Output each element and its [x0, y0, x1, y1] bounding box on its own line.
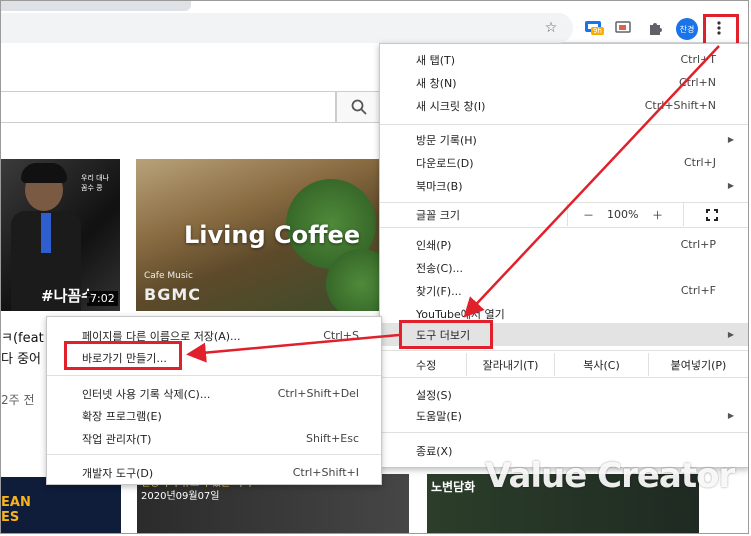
menu-item-developer-tools[interactable]: 개발자 도구(D) Ctrl+Shift+I [47, 461, 381, 484]
thumbnail-title: 노변담화 [431, 480, 476, 494]
thumbnail-date: 2020년09월07일 [141, 491, 220, 502]
menu-item-label: 도움말(E) [416, 409, 462, 423]
annotation-box-more-button [703, 14, 739, 46]
menu-item-label: 개발자 도구(D) [82, 466, 154, 480]
thumbnail-figure-hair [21, 163, 67, 183]
menu-item-clear-browsing-data[interactable]: 인터넷 사용 기록 삭제(C)... Ctrl+Shift+Del [47, 382, 381, 405]
fullscreen-icon[interactable] [706, 208, 718, 221]
thumbnail-caption: 우리 대나 꼼수 콩 [81, 174, 109, 192]
menu-item-shortcut: Ctrl+P [680, 238, 716, 251]
cast-icon[interactable] [613, 18, 633, 38]
thumbnail-text: EAN ES [1, 495, 31, 525]
menu-separator [380, 432, 748, 433]
menu-item-label: 종료(X) [416, 444, 453, 458]
menu-item-history[interactable]: 방문 기록(H) ▶ [380, 128, 748, 151]
zoom-divider [567, 203, 568, 226]
thumbnail-title: Living Coffee [184, 221, 361, 249]
menu-item-label: 작업 관리자(T) [82, 432, 152, 446]
zoom-divider [683, 203, 684, 226]
zoom-in-button[interactable]: ＋ [652, 207, 663, 223]
annotation-box-more-tools [399, 320, 493, 349]
video-thumbnail-1[interactable]: 우리 대나 꼼수 콩 #나꼼수 7:02 [1, 159, 120, 311]
avatar[interactable]: 찬경 [676, 18, 698, 40]
zoom-level: 100% [607, 208, 639, 221]
menu-item-label: 다운로드(D) [416, 156, 474, 170]
menu-item-shortcut: Shift+Esc [306, 432, 359, 445]
browser-toolbar: ☆ 9h 찬경 [1, 1, 748, 46]
menu-separator [47, 375, 381, 376]
star-icon[interactable]: ☆ [541, 18, 561, 38]
video-duration: 7:02 [87, 291, 118, 306]
menu-item-label: 수정 [416, 358, 437, 372]
tab-strip [1, 1, 191, 11]
menu-item-shortcut: Ctrl+N [678, 76, 716, 89]
paste-button[interactable]: 붙여넣기(P) [648, 353, 748, 376]
video-thumbnail-3[interactable]: EAN ES [1, 477, 121, 533]
menu-separator [380, 350, 748, 351]
menu-item-label: 찾기(F)... [416, 284, 462, 298]
address-bar[interactable] [1, 13, 573, 43]
youtube-search-input[interactable] [1, 91, 336, 123]
video-title[interactable]: ㅋ(feat [1, 327, 44, 346]
menu-item-new-tab[interactable]: 새 탭(T) Ctrl+T [380, 48, 748, 71]
menu-item-extensions[interactable]: 확장 프로그램(E) [47, 404, 381, 427]
menu-separator [47, 454, 381, 455]
extension-badge: 9h [591, 27, 604, 35]
menu-item-label: 새 탭(T) [416, 53, 456, 67]
watermark: Value Creator [485, 456, 735, 496]
video-meta: 2주 전 [1, 393, 35, 407]
menu-item-label: 확장 프로그램(E) [82, 409, 162, 423]
video-thumbnail-2[interactable]: Living Coffee Cafe Music BGMC [136, 159, 379, 311]
menu-item-settings[interactable]: 설정(S) [380, 383, 748, 406]
browser-window: ☆ 9h 찬경 우리 대나 꼼수 콩 #나꼼수 7:02 Living Coff… [0, 0, 749, 534]
menu-item-shortcut: Ctrl+Shift+Del [277, 387, 359, 400]
menu-item-find[interactable]: 찾기(F)... Ctrl+F [380, 279, 748, 302]
menu-item-label: 북마크(B) [416, 179, 463, 193]
menu-item-label: 새 창(N) [416, 76, 457, 90]
menu-item-shortcut: Ctrl+T [680, 53, 716, 66]
copy-button[interactable]: 복사(C) [554, 353, 648, 376]
puzzle-icon[interactable] [645, 18, 665, 38]
menu-item-shortcut: Ctrl+S [323, 329, 359, 342]
menu-item-task-manager[interactable]: 작업 관리자(T) Shift+Esc [47, 427, 381, 450]
menu-separator [380, 124, 748, 125]
menu-item-shortcut: Ctrl+F [680, 284, 716, 297]
search-icon[interactable] [336, 91, 382, 123]
thumbnail-caption: Cafe Music [144, 271, 193, 281]
thumbnail-logo: BGMC [144, 285, 201, 304]
submenu-arrow-icon: ▶ [727, 330, 734, 339]
menu-item-label: 방문 기록(H) [416, 133, 477, 147]
menu-item-label: 전송(C)... [416, 261, 463, 275]
menu-row-edit: 수정 잘라내기(T) 복사(C) 붙여넣기(P) [380, 353, 748, 376]
menu-item-label: 설정(S) [416, 388, 452, 402]
menu-item-help[interactable]: 도움말(E) ▶ [380, 404, 748, 427]
menu-row-zoom: 글꼴 크기 － 100% ＋ [380, 203, 748, 226]
thumbnail-figure-tie [41, 213, 51, 253]
menu-item-shortcut: Ctrl+Shift+I [292, 466, 359, 479]
chrome-main-menu: 새 탭(T) Ctrl+T 새 창(N) Ctrl+N 새 시크릿 창(I) C… [379, 43, 748, 468]
menu-item-incognito[interactable]: 새 시크릿 창(I) Ctrl+Shift+N [380, 94, 748, 117]
cut-button[interactable]: 잘라내기(T) [466, 353, 554, 376]
menu-item-print[interactable]: 인쇄(P) Ctrl+P [380, 233, 748, 256]
annotation-box-create-shortcut [64, 341, 182, 370]
menu-item-downloads[interactable]: 다운로드(D) Ctrl+J [380, 151, 748, 174]
zoom-out-button[interactable]: － [583, 207, 594, 223]
menu-separator [380, 377, 748, 378]
menu-item-cast[interactable]: 전송(C)... [380, 256, 748, 279]
menu-item-shortcut: Ctrl+J [683, 156, 716, 169]
menu-item-label: 새 시크릿 창(I) [416, 99, 486, 113]
menu-item-label: 인터넷 사용 기록 삭제(C)... [82, 387, 211, 401]
menu-separator [380, 227, 748, 228]
menu-item-label: 인쇄(P) [416, 238, 452, 252]
video-title[interactable]: 다 중어 [1, 348, 41, 367]
menu-item-new-window[interactable]: 새 창(N) Ctrl+N [380, 71, 748, 94]
submenu-arrow-icon: ▶ [727, 181, 734, 190]
menu-item-shortcut: Ctrl+Shift+N [644, 99, 716, 112]
submenu-arrow-icon: ▶ [727, 135, 734, 144]
menu-item-label: 글꼴 크기 [416, 208, 460, 222]
menu-item-bookmarks[interactable]: 북마크(B) ▶ [380, 174, 748, 197]
submenu-arrow-icon: ▶ [727, 411, 734, 420]
